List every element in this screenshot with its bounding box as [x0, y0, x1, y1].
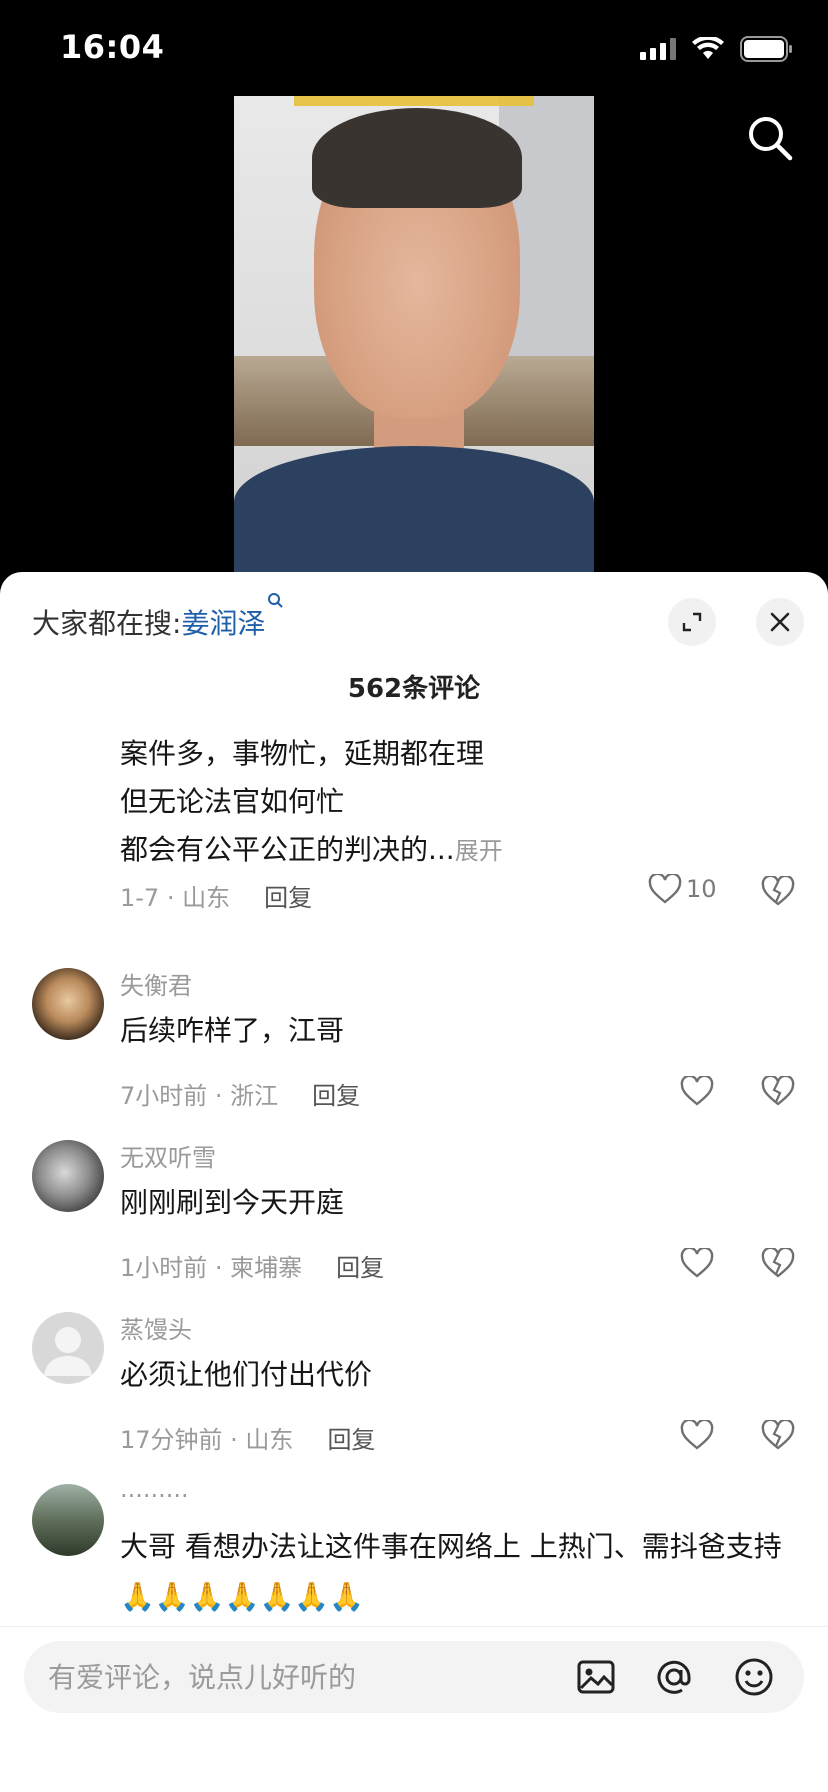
- mention-icon[interactable]: [654, 1657, 694, 1697]
- search-small-icon: [268, 593, 284, 608]
- status-bar: 16:04: [0, 0, 828, 96]
- first-comment-line: 案件多，事物忙，延期都在理: [120, 737, 485, 770]
- heart-icon[interactable]: [680, 1248, 714, 1278]
- status-icons: [640, 36, 794, 62]
- status-time: 16:04: [60, 28, 165, 66]
- expand-button[interactable]: [668, 598, 716, 646]
- comment-meta: 7小时前 · 浙江: [120, 1082, 279, 1110]
- signal-icon: [640, 38, 676, 60]
- broken-heart-icon[interactable]: [761, 1248, 795, 1278]
- reply-button[interactable]: 回复: [327, 1420, 375, 1455]
- hot-search-prefix: 大家都在搜:: [32, 607, 182, 640]
- reply-button[interactable]: 回复: [312, 1076, 360, 1111]
- search-icon[interactable]: [746, 114, 794, 162]
- video-player[interactable]: [234, 96, 594, 574]
- heart-icon[interactable]: [680, 1076, 714, 1106]
- comment-meta-row: 17分钟前 · 山东 回复: [120, 1420, 375, 1455]
- video-caption-fragment: [294, 96, 534, 106]
- first-comment-text: 案件多，事物忙，延期都在理 但无论法官如何忙 都会有公平公正的判决的...展开: [120, 730, 503, 875]
- first-comment-line: 但无论法官如何忙: [120, 785, 345, 818]
- like-button[interactable]: 10: [648, 874, 717, 904]
- broken-heart-icon[interactable]: [761, 876, 795, 906]
- broken-heart-icon[interactable]: [761, 1420, 795, 1450]
- comments-sheet: 大家都在搜: 姜润泽 562条评论 案件多，事物忙，延期都在理 但无论法官如何忙…: [0, 572, 828, 1792]
- close-icon: [770, 612, 790, 632]
- battery-icon: [740, 36, 792, 62]
- reply-button[interactable]: 回复: [336, 1248, 384, 1283]
- comment-author[interactable]: 失衡君: [120, 966, 192, 1001]
- wifi-icon: [692, 37, 724, 59]
- expand-text-button[interactable]: 展开: [455, 837, 503, 865]
- comment-input[interactable]: [48, 1641, 568, 1713]
- like-count: 10: [686, 875, 717, 903]
- emoji-icon[interactable]: [734, 1657, 774, 1697]
- comment-meta: 1小时前 · 柬埔寨: [120, 1254, 303, 1282]
- comment-meta-row: 7小时前 · 浙江 回复: [120, 1076, 360, 1111]
- person-shirt: [234, 446, 594, 574]
- comment-input-bar: [0, 1626, 828, 1792]
- expand-icon: [682, 612, 702, 632]
- comment-meta: 1-7 · 山东: [120, 884, 231, 912]
- close-button[interactable]: [756, 598, 804, 646]
- image-icon[interactable]: [576, 1657, 616, 1697]
- comment-text: 后续咋样了，江哥: [120, 1014, 345, 1047]
- person-hair: [312, 108, 522, 208]
- heart-icon[interactable]: [680, 1420, 714, 1450]
- comment-author[interactable]: 无双听雪: [120, 1138, 216, 1173]
- heart-icon: [648, 874, 682, 904]
- first-comment-line: 都会有公平公正的判决的...: [120, 833, 455, 866]
- hot-search-keyword[interactable]: 姜润泽: [181, 602, 265, 642]
- avatar[interactable]: [32, 1484, 104, 1556]
- comment-meta-row: 1小时前 · 柬埔寨 回复: [120, 1248, 384, 1283]
- default-avatar-icon: [44, 1327, 92, 1376]
- hot-search[interactable]: 大家都在搜: 姜润泽: [32, 593, 284, 642]
- reply-button[interactable]: 回复: [264, 878, 312, 913]
- avatar[interactable]: [32, 968, 104, 1040]
- comment-author[interactable]: ·········: [120, 1482, 189, 1510]
- comment-input-box[interactable]: [24, 1641, 804, 1713]
- comment-author[interactable]: 蒸馒头: [120, 1310, 192, 1345]
- first-comment-meta: 1-7 · 山东 回复: [120, 878, 312, 913]
- broken-heart-icon[interactable]: [761, 1076, 795, 1106]
- comment-count: 562条评论: [347, 674, 481, 704]
- comment-text: 刚刚刷到今天开庭: [120, 1186, 345, 1219]
- avatar-default[interactable]: [32, 1312, 104, 1384]
- avatar[interactable]: [32, 1140, 104, 1212]
- comment-meta: 17分钟前 · 山东: [120, 1426, 294, 1454]
- comment-text: 大哥 看想办法让这件事在网络上 上热门、需抖爸支持🙏🙏🙏🙏🙏🙏🙏: [120, 1530, 782, 1613]
- comment-text: 必须让他们付出代价: [120, 1358, 373, 1391]
